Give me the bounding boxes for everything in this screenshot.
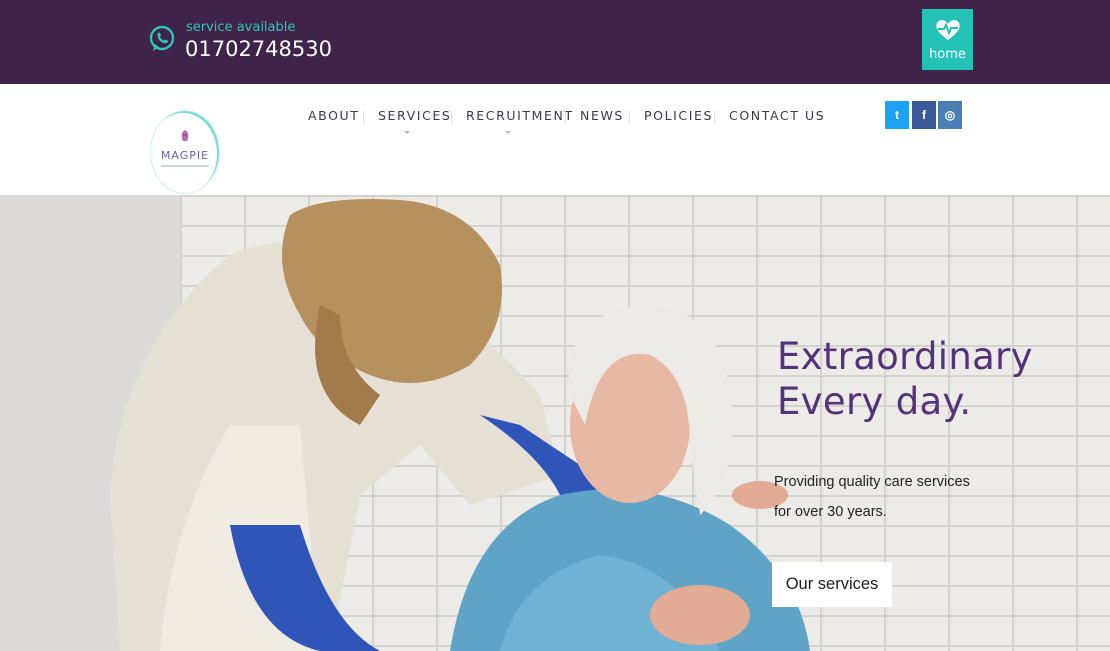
heart-pulse-icon: [936, 20, 960, 40]
recruitment-dropdown-caret-icon[interactable]: [505, 131, 511, 134]
phone-number-link[interactable]: 01702748530: [185, 37, 332, 61]
whatsapp-icon[interactable]: [148, 23, 176, 55]
logo[interactable]: MAGPIE: [150, 110, 220, 194]
nav-divider: [629, 111, 630, 123]
home-button[interactable]: home: [922, 9, 973, 70]
hero-title: Extraordinary Every day.: [777, 334, 1033, 424]
hero-title-line-1: Extraordinary: [777, 335, 1033, 378]
nav-services[interactable]: SERVICES: [378, 108, 451, 123]
nav-about[interactable]: ABOUT: [308, 108, 360, 123]
nav-divider: [363, 111, 364, 123]
nav-recruitment[interactable]: RECRUITMENT: [466, 108, 574, 123]
home-button-label: home: [929, 47, 966, 62]
hero-subtitle: Providing quality care services for over…: [774, 467, 974, 527]
nav-contact-us[interactable]: CONTACT US: [729, 108, 825, 123]
nav-divider: [565, 111, 566, 123]
hero-subtitle-line-2: for over 30 years.: [774, 504, 887, 520]
magpie-logo-mark-icon: [181, 130, 189, 141]
logo-text: MAGPIE: [160, 149, 210, 162]
nav-divider: [714, 111, 715, 123]
service-available-label: service available: [186, 20, 296, 35]
facebook-icon[interactable]: f: [912, 101, 936, 129]
nav-divider: [451, 111, 452, 123]
hero-subtitle-line-1: Providing quality care services: [774, 474, 970, 490]
instagram-icon[interactable]: ◎: [938, 101, 962, 129]
top-bar: service available 01702748530 home: [0, 0, 1110, 84]
logo-tagline-line: [161, 165, 209, 167]
nav-policies[interactable]: POLICIES: [644, 108, 713, 123]
hero-title-line-2: Every day.: [777, 380, 972, 423]
services-dropdown-caret-icon[interactable]: [404, 131, 410, 134]
our-services-button[interactable]: Our services: [772, 562, 892, 607]
nav-news[interactable]: NEWS: [580, 108, 624, 123]
twitter-icon[interactable]: t: [885, 101, 909, 129]
